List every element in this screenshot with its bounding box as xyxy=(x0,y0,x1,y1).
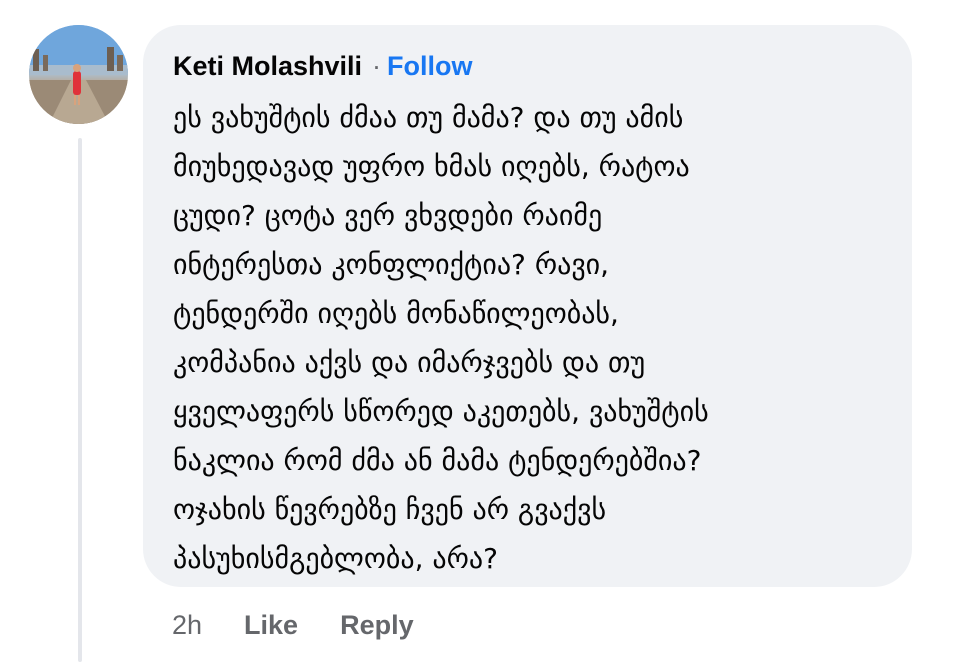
follow-button[interactable]: Follow xyxy=(387,51,472,82)
comment-line: კომპანია აქვს და იმარჯვებს და თუ xyxy=(173,346,646,379)
comment-line: ნაკლია რომ ძმა ან მამა ტენდერებშია? xyxy=(173,444,702,477)
comment-text: ეს ვახუშტის ძმაა თუ მამა? და თუ ამის მიუ… xyxy=(173,93,882,583)
thread-line xyxy=(78,138,82,662)
comment-line: ყველაფერს სწორედ აკეთებს, ვახუშტის xyxy=(173,395,709,428)
comment-line: ტენდერში იღებს მონაწილეობას, xyxy=(173,297,619,330)
author-name[interactable]: Keti Molashvili xyxy=(173,51,362,82)
avatar[interactable] xyxy=(29,25,128,124)
avatar-photo xyxy=(29,25,128,124)
comment-line: მიუხედავად უფრო ხმას იღებს, რატოა xyxy=(173,150,690,183)
timestamp[interactable]: 2h xyxy=(172,610,202,641)
comment-line: ოჯახის წევრებზე ჩვენ არ გვაქვს xyxy=(173,493,607,526)
comment-line: ეს ვახუშტის ძმაა თუ მამა? და თუ ამის xyxy=(173,101,684,134)
comment-bubble: Keti Molashvili · Follow ეს ვახუშტის ძმა… xyxy=(143,25,912,587)
comment-line: ინტერესთა კონფლიქტია? რავი, xyxy=(173,248,610,281)
header-separator: · xyxy=(372,50,382,81)
comment-line: პასუხისმგებლობა, არა? xyxy=(173,542,498,575)
comment-actions: 2h Like Reply xyxy=(172,605,414,645)
comment-line: ცუდი? ცოტა ვერ ვხვდები რაიმე xyxy=(173,199,603,232)
comment-header: Keti Molashvili · Follow xyxy=(173,45,882,87)
like-button[interactable]: Like xyxy=(244,610,298,641)
reply-button[interactable]: Reply xyxy=(340,610,414,641)
